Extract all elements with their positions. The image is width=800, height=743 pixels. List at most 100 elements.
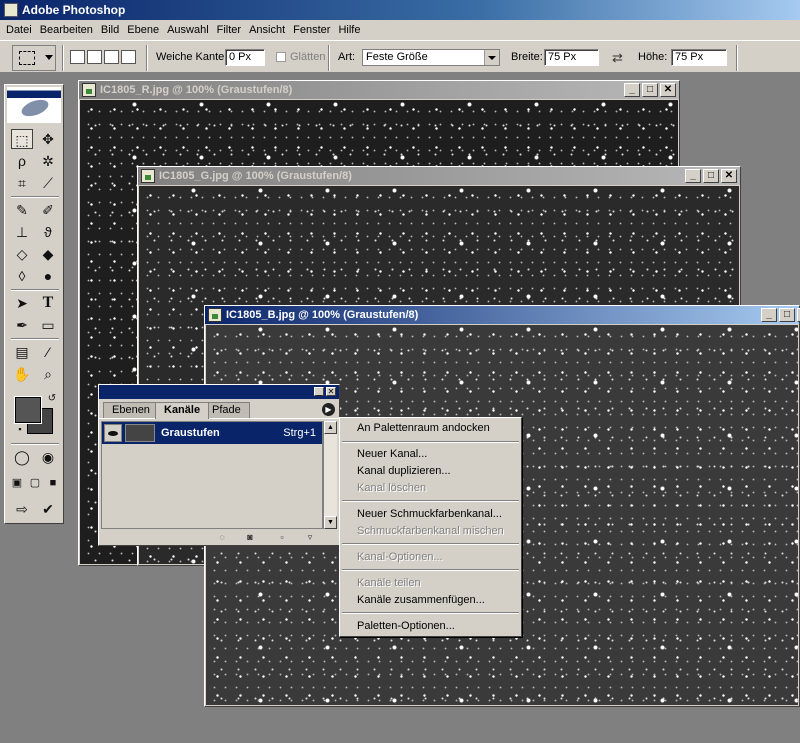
- zoom-tool-icon[interactable]: ⌕: [37, 364, 59, 384]
- healing-brush-tool-icon[interactable]: ✎: [11, 200, 33, 220]
- palette-close-button[interactable]: ✕: [326, 387, 336, 396]
- menu-item-palette-options[interactable]: Paletten-Optionen...: [357, 618, 455, 635]
- menu-hilfe[interactable]: Hilfe: [336, 24, 366, 36]
- crop-tool-icon[interactable]: ⌗: [11, 173, 33, 193]
- rectangle-tool-icon[interactable]: ▭: [37, 315, 59, 335]
- clone-stamp-tool-icon[interactable]: ⊥: [11, 222, 33, 242]
- menu-fenster[interactable]: Fenster: [291, 24, 336, 36]
- tab-ebenen[interactable]: Ebenen: [103, 402, 159, 418]
- eraser-tool-icon[interactable]: ◇: [11, 244, 33, 264]
- maximize-button[interactable]: □: [703, 169, 719, 183]
- eyedropper-tool-icon[interactable]: ⁄: [37, 342, 59, 362]
- dodge-tool-icon[interactable]: ●: [37, 266, 59, 286]
- feather-input[interactable]: 0 Px: [225, 49, 265, 66]
- menu-item-new-channel[interactable]: Neuer Kanal...: [357, 446, 427, 463]
- rectangular-marquee-tool-icon[interactable]: ⬚: [11, 129, 33, 149]
- lasso-tool-icon[interactable]: ρ: [11, 151, 33, 171]
- menu-bild[interactable]: Bild: [99, 24, 125, 36]
- document-title: IC1805_B.jpg @ 100% (Graustufen/8): [226, 309, 419, 321]
- antialias-checkbox[interactable]: [276, 52, 286, 62]
- notes-tool-icon[interactable]: ▤: [11, 342, 33, 362]
- palette-footer: ◌ ◙ ▫ ▿: [99, 529, 339, 545]
- channel-row[interactable]: Graustufen Strg+1: [102, 422, 322, 444]
- magic-wand-tool-icon[interactable]: ✲: [37, 151, 59, 171]
- document-titlebar[interactable]: IC1805_B.jpg @ 100% (Graustufen/8) _ □ ✕: [205, 306, 800, 324]
- close-button[interactable]: ✕: [660, 83, 676, 97]
- menu-separator: [342, 543, 519, 545]
- load-selection-icon[interactable]: ◌: [217, 532, 227, 542]
- channels-palette: _ ✕ Ebenen Kanäle Pfade ▶ Graustufen Str…: [98, 384, 340, 546]
- menubar: Datei Bearbeiten Bild Ebene Auswahl Filt…: [0, 20, 800, 40]
- swap-colors-icon[interactable]: ↺: [41, 389, 63, 409]
- chevron-down-icon: [45, 55, 53, 60]
- maximize-button[interactable]: □: [779, 308, 795, 322]
- width-input[interactable]: 75 Px: [544, 49, 599, 66]
- style-select[interactable]: Feste Größe: [362, 49, 500, 66]
- channel-name: Graustufen: [161, 427, 220, 439]
- tool-preset-picker[interactable]: [12, 45, 56, 71]
- save-selection-icon[interactable]: ◙: [245, 532, 255, 542]
- menu-item-merge-channels[interactable]: Kanäle zusammenfügen...: [357, 592, 485, 609]
- new-channel-icon[interactable]: ▫: [277, 532, 287, 542]
- menu-item-split-channels: Kanäle teilen: [357, 577, 421, 589]
- menu-ebene[interactable]: Ebene: [125, 24, 165, 36]
- hand-tool-icon[interactable]: ✋: [11, 364, 33, 384]
- eye-icon[interactable]: [104, 424, 122, 442]
- add-selection-icon[interactable]: [87, 50, 102, 64]
- tab-pfade[interactable]: Pfade: [203, 402, 250, 418]
- palette-context-menu: An Palettenraum andocken Neuer Kanal... …: [339, 417, 522, 637]
- menu-datei[interactable]: Datei: [4, 24, 38, 36]
- scroll-down-icon[interactable]: ▼: [324, 516, 337, 529]
- trash-icon[interactable]: ▿: [305, 532, 315, 542]
- full-screen-mode-icon[interactable]: ■: [44, 473, 62, 493]
- blur-tool-icon[interactable]: ◊: [11, 266, 33, 286]
- height-label: Höhe:: [638, 51, 668, 63]
- document-icon: [208, 308, 222, 322]
- minimize-button[interactable]: _: [685, 169, 701, 183]
- close-button[interactable]: ✕: [721, 169, 737, 183]
- subtract-selection-icon[interactable]: [104, 50, 119, 64]
- document-titlebar[interactable]: IC1805_R.jpg @ 100% (Graustufen/8) _ □ ✕: [79, 81, 679, 99]
- standard-screen-mode-icon[interactable]: ▣: [8, 473, 26, 493]
- new-selection-icon[interactable]: [70, 50, 85, 64]
- history-brush-tool-icon[interactable]: ϑ: [37, 222, 59, 242]
- menu-item-new-spot-channel[interactable]: Neuer Schmuckfarbenkanal...: [357, 506, 502, 523]
- quick-mask-mode-icon[interactable]: ◉: [37, 447, 59, 467]
- check-icon[interactable]: ✔: [37, 499, 59, 519]
- menu-item-duplicate-channel[interactable]: Kanal duplizieren...: [357, 463, 451, 480]
- brush-tool-icon[interactable]: ✐: [37, 200, 59, 220]
- menu-auswahl[interactable]: Auswahl: [165, 24, 215, 36]
- menu-bearbeiten[interactable]: Bearbeiten: [38, 24, 99, 36]
- maximize-button[interactable]: □: [642, 83, 658, 97]
- app-titlebar: Adobe Photoshop: [0, 0, 800, 20]
- palette-tabs: Ebenen Kanäle Pfade ▶: [99, 399, 339, 419]
- standard-mode-icon[interactable]: ◯: [11, 447, 33, 467]
- full-screen-menu-mode-icon[interactable]: ▢: [26, 473, 44, 493]
- height-input[interactable]: 75 Px: [671, 49, 727, 66]
- move-tool-icon[interactable]: ✥: [37, 129, 59, 149]
- style-select-value: Feste Größe: [366, 51, 428, 63]
- palette-titlebar[interactable]: _ ✕: [99, 385, 339, 399]
- menu-item-dock[interactable]: An Palettenraum andocken: [357, 420, 490, 437]
- palette-menu-arrow-icon[interactable]: ▶: [322, 403, 335, 416]
- jump-to-imageready-icon[interactable]: ⇨: [11, 499, 33, 519]
- paint-bucket-tool-icon[interactable]: ◆: [37, 244, 59, 264]
- scroll-up-icon[interactable]: ▲: [324, 421, 337, 434]
- path-selection-tool-icon[interactable]: ➤: [11, 293, 33, 313]
- menu-filter[interactable]: Filter: [215, 24, 247, 36]
- document-titlebar[interactable]: IC1805_G.jpg @ 100% (Graustufen/8) _ □ ✕: [138, 167, 740, 185]
- minimize-button[interactable]: _: [761, 308, 777, 322]
- tab-kanaele[interactable]: Kanäle: [155, 402, 210, 419]
- type-tool-icon[interactable]: T: [37, 293, 59, 313]
- pen-tool-icon[interactable]: ✒: [11, 315, 33, 335]
- palette-minimize-button[interactable]: _: [314, 387, 324, 396]
- toolbox-header: [7, 87, 61, 123]
- swap-dimensions-icon[interactable]: ⇄: [612, 50, 623, 66]
- marquee-icon: [19, 51, 35, 65]
- foreground-color-swatch[interactable]: [14, 396, 42, 424]
- menu-ansicht[interactable]: Ansicht: [247, 24, 291, 36]
- minimize-button[interactable]: _: [624, 83, 640, 97]
- channel-scrollbar[interactable]: ▲ ▼: [323, 421, 337, 529]
- intersect-selection-icon[interactable]: [121, 50, 136, 64]
- slice-tool-icon[interactable]: ⟋: [37, 173, 59, 193]
